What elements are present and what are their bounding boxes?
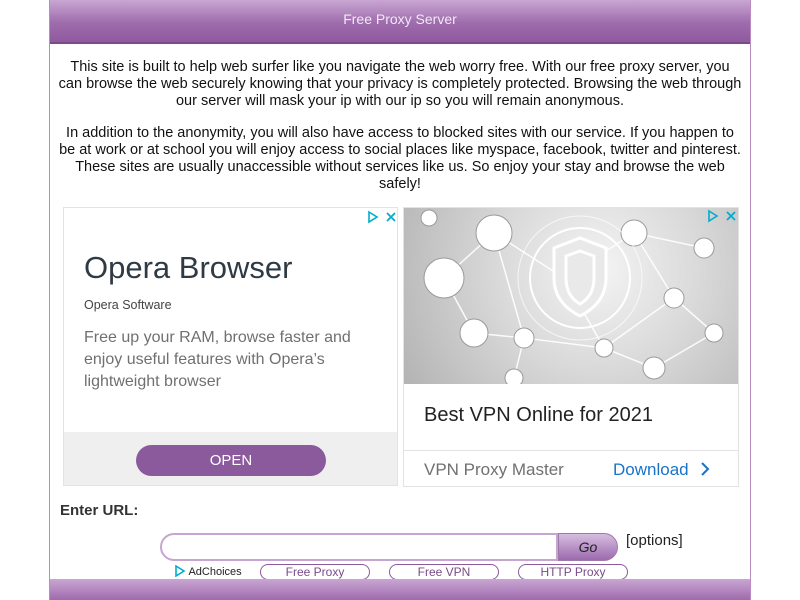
bottom-bar <box>50 579 750 600</box>
download-label: Download <box>613 460 689 479</box>
close-ad-icon[interactable] <box>384 210 398 227</box>
divider <box>404 450 738 451</box>
free-proxy-link[interactable]: Free Proxy <box>260 564 370 580</box>
adchoices-icon[interactable] <box>706 209 720 226</box>
adchoices-link[interactable]: AdChoices <box>174 564 242 578</box>
http-proxy-link[interactable]: HTTP Proxy <box>518 564 628 580</box>
options-link[interactable]: [options] <box>626 532 683 549</box>
page-frame: Free Proxy Server This site is built to … <box>49 0 751 600</box>
close-ad-icon[interactable] <box>724 209 738 226</box>
ad-advertiser: VPN Proxy Master <box>424 460 564 479</box>
open-button[interactable]: OPEN <box>136 445 326 476</box>
adchoices-icon <box>175 564 186 578</box>
chevron-right-icon <box>701 462 710 476</box>
intro-text: This site is built to help web surfer li… <box>58 59 742 208</box>
ad-image[interactable] <box>404 208 738 388</box>
page-title: Free Proxy Server <box>343 11 457 27</box>
intro-paragraph-1: This site is built to help web surfer li… <box>58 59 742 109</box>
network-shield-illustration <box>420 209 724 388</box>
adchoices-label: AdChoices <box>188 566 242 578</box>
ad-vpn[interactable]: Best VPN Online for 2021 VPN Proxy Maste… <box>403 207 739 487</box>
ad-opera[interactable]: Opera Browser Opera Software Free up you… <box>63 207 398 486</box>
download-link[interactable]: Download <box>613 460 711 480</box>
intro-paragraph-2: In addition to the anonymity, you will a… <box>59 125 741 192</box>
free-vpn-link[interactable]: Free VPN <box>389 564 499 580</box>
enter-url-label: Enter URL: <box>60 502 139 519</box>
adchoices-icon[interactable] <box>366 210 380 227</box>
url-input[interactable] <box>160 533 558 561</box>
ad-description: Free up your RAM, browse faster and enjo… <box>84 329 351 390</box>
ad-title[interactable]: Opera Browser <box>84 250 292 286</box>
go-button[interactable]: Go <box>558 533 618 561</box>
page-header: Free Proxy Server <box>50 0 750 44</box>
ad-advertiser: Opera Software <box>84 298 172 312</box>
ad-title[interactable]: Best VPN Online for 2021 <box>424 404 653 427</box>
